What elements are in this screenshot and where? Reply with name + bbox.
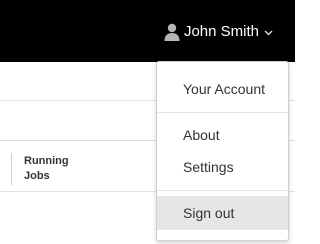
column-header-running-jobs[interactable]: Running Jobs	[24, 154, 69, 184]
menu-item-sign-out[interactable]: Sign out	[157, 196, 288, 230]
user-menu-toggle[interactable]: John Smith	[164, 21, 273, 43]
column-header-line-1: Running	[24, 155, 69, 167]
column-header-line-2: Jobs	[24, 170, 50, 182]
top-navigation-bar: John Smith	[0, 0, 295, 62]
menu-item-your-account[interactable]: Your Account	[157, 72, 288, 106]
menu-divider	[157, 190, 288, 191]
menu-item-settings[interactable]: Settings	[157, 150, 288, 184]
user-name: John Smith	[183, 23, 259, 40]
user-icon	[164, 23, 180, 41]
menu-item-about[interactable]: About	[157, 118, 288, 152]
menu-divider	[157, 112, 288, 113]
user-dropdown-menu: Your Account About Settings Sign out	[156, 61, 289, 241]
column-divider	[11, 153, 12, 185]
chevron-down-icon	[264, 30, 273, 36]
